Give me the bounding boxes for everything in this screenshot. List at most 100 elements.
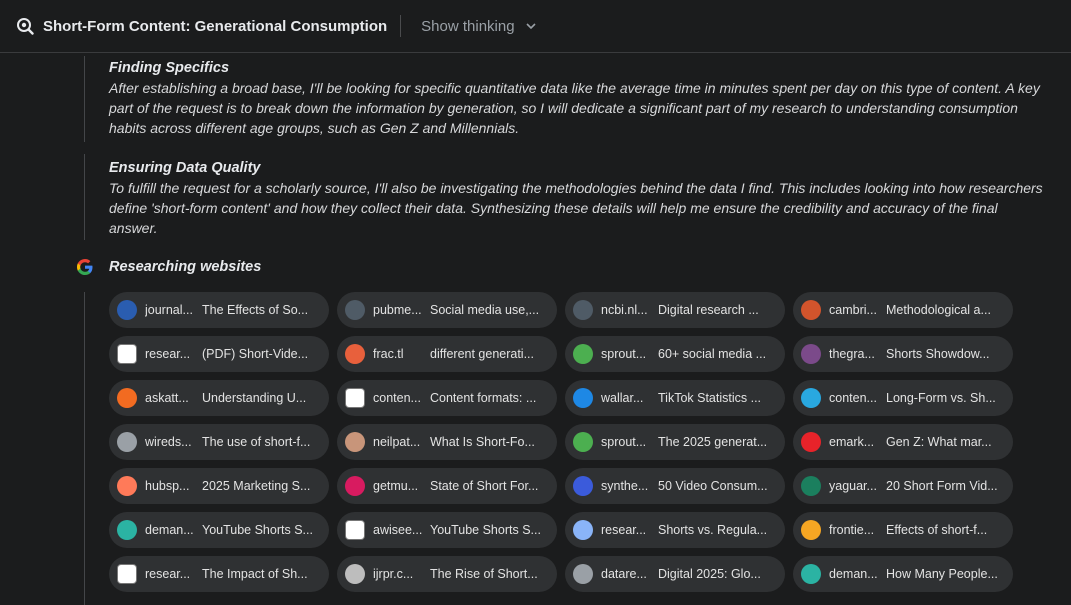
emarketer-icon bbox=[801, 432, 821, 452]
source-chip[interactable]: sprout... 60+ social media ... bbox=[565, 336, 785, 372]
source-chip[interactable]: wireds... The use of short-f... bbox=[109, 424, 329, 460]
thought-body: After establishing a broad base, I'll be… bbox=[109, 80, 1040, 136]
source-domain: wireds... bbox=[145, 435, 192, 449]
source-chip[interactable]: conten... Long-Form vs. Sh... bbox=[793, 380, 1013, 416]
sproutsocial-icon bbox=[573, 344, 593, 364]
source-domain: wallar... bbox=[601, 391, 644, 405]
thought-finding-specifics: Finding Specifics After establishing a b… bbox=[109, 58, 1049, 138]
source-chip[interactable]: datare... Digital 2025: Glo... bbox=[565, 556, 785, 592]
source-title: Digital 2025: Glo... bbox=[658, 567, 761, 581]
source-chip[interactable]: deman... How Many People... bbox=[793, 556, 1013, 592]
sproutsocial-icon bbox=[573, 432, 593, 452]
source-chip[interactable]: thegra... Shorts Showdow... bbox=[793, 336, 1013, 372]
source-domain: conten... bbox=[373, 391, 421, 405]
chevron-down-icon bbox=[525, 23, 536, 30]
source-domain: pubme... bbox=[373, 303, 422, 317]
source-title: The Rise of Short... bbox=[430, 567, 538, 581]
source-chip[interactable]: journal... The Effects of So... bbox=[109, 292, 329, 328]
source-title: Gen Z: What mar... bbox=[886, 435, 992, 449]
pubmed-icon bbox=[345, 300, 365, 320]
sources-divider-line bbox=[84, 292, 85, 605]
top-bar: Short-Form Content: Generational Consump… bbox=[0, 0, 1071, 53]
show-thinking-toggle[interactable]: Show thinking bbox=[421, 18, 536, 35]
source-title: 2025 Marketing S... bbox=[202, 479, 311, 493]
source-title: 20 Short Form Vid... bbox=[886, 479, 998, 493]
deep-research-icon bbox=[16, 17, 34, 35]
source-domain: synthe... bbox=[601, 479, 649, 493]
source-title: Understanding U... bbox=[202, 391, 307, 405]
awisee-icon bbox=[345, 520, 365, 540]
header-divider bbox=[400, 15, 402, 37]
source-chip[interactable]: askatt... Understanding U... bbox=[109, 380, 329, 416]
wallaroo-icon bbox=[573, 388, 593, 408]
source-chip[interactable]: getmu... State of Short For... bbox=[337, 468, 557, 504]
fractl-icon bbox=[345, 344, 365, 364]
source-title: Shorts vs. Regula... bbox=[658, 523, 768, 537]
source-domain: getmu... bbox=[373, 479, 419, 493]
source-domain: conten... bbox=[829, 391, 877, 405]
source-chip[interactable]: emark... Gen Z: What mar... bbox=[793, 424, 1013, 460]
source-title: How Many People... bbox=[886, 567, 998, 581]
source-domain: ncbi.nl... bbox=[601, 303, 648, 317]
thegra-icon bbox=[801, 344, 821, 364]
source-domain: deman... bbox=[145, 523, 194, 537]
yaguara-icon bbox=[801, 476, 821, 496]
source-domain: cambri... bbox=[829, 303, 877, 317]
researching-websites-heading: Researching websites bbox=[109, 259, 262, 275]
source-title: What Is Short-Fo... bbox=[430, 435, 535, 449]
source-domain: askatt... bbox=[145, 391, 189, 405]
neilpatel-icon bbox=[345, 432, 365, 452]
contentwriters-icon bbox=[801, 388, 821, 408]
source-chip[interactable]: resear... Shorts vs. Regula... bbox=[565, 512, 785, 548]
source-chip[interactable]: resear... (PDF) Short-Vide... bbox=[109, 336, 329, 372]
source-chips-grid: journal... The Effects of So... pubme... So… bbox=[109, 292, 1013, 592]
source-domain: hubsp... bbox=[145, 479, 190, 493]
source-chip[interactable]: conten... Content formats: ... bbox=[337, 380, 557, 416]
source-chip[interactable]: ijrpr.c... The Rise of Short... bbox=[337, 556, 557, 592]
source-chip[interactable]: cambri... Methodological a... bbox=[793, 292, 1013, 328]
source-chip[interactable]: deman... YouTube Shorts S... bbox=[109, 512, 329, 548]
source-title: 50 Video Consum... bbox=[658, 479, 768, 493]
thought-body: To fulfill the request for a scholarly s… bbox=[109, 180, 1043, 236]
source-chip[interactable]: frontie... Effects of short-f... bbox=[793, 512, 1013, 548]
source-chip[interactable]: pubme... Social media use,... bbox=[337, 292, 557, 328]
source-domain: sprout... bbox=[601, 347, 647, 361]
source-title: different generati... bbox=[430, 347, 535, 361]
source-chip[interactable]: resear... The Impact of Sh... bbox=[109, 556, 329, 592]
researchgate-icon bbox=[117, 344, 137, 364]
source-chip[interactable]: wallar... TikTok Statistics ... bbox=[565, 380, 785, 416]
source-domain: resear... bbox=[145, 567, 191, 581]
source-domain: thegra... bbox=[829, 347, 875, 361]
thought-divider-line bbox=[84, 154, 85, 240]
page-title: Short-Form Content: Generational Consump… bbox=[43, 17, 388, 35]
source-chip[interactable]: ncbi.nl... Digital research ... bbox=[565, 292, 785, 328]
thought-ensuring-data-quality: Ensuring Data Quality To fulfill the req… bbox=[109, 158, 1049, 238]
source-domain: resear... bbox=[601, 523, 647, 537]
thought-heading: Ensuring Data Quality bbox=[109, 160, 261, 176]
journal-icon bbox=[117, 300, 137, 320]
source-title: Shorts Showdow... bbox=[886, 347, 990, 361]
source-chip[interactable]: yaguar... 20 Short Form Vid... bbox=[793, 468, 1013, 504]
source-domain: deman... bbox=[829, 567, 878, 581]
source-chip[interactable]: synthe... 50 Video Consum... bbox=[565, 468, 785, 504]
thinking-panel: Finding Specifics After establishing a b… bbox=[0, 54, 1071, 605]
source-title: Methodological a... bbox=[886, 303, 991, 317]
source-domain: resear... bbox=[145, 347, 191, 361]
source-chip[interactable]: frac.tl different generati... bbox=[337, 336, 557, 372]
source-title: Content formats: ... bbox=[430, 391, 537, 405]
source-domain: ijrpr.c... bbox=[373, 567, 414, 581]
source-chip[interactable]: neilpat... What Is Short-Fo... bbox=[337, 424, 557, 460]
researchgate-icon bbox=[117, 564, 137, 584]
source-domain: emark... bbox=[829, 435, 875, 449]
source-title: Effects of short-f... bbox=[886, 523, 988, 537]
globe-icon bbox=[573, 520, 593, 540]
source-chip[interactable]: awisee... YouTube Shorts S... bbox=[337, 512, 557, 548]
thought-divider-line bbox=[84, 56, 85, 142]
google-icon bbox=[76, 258, 94, 276]
source-domain: sprout... bbox=[601, 435, 647, 449]
source-chip[interactable]: hubsp... 2025 Marketing S... bbox=[109, 468, 329, 504]
source-title: The Impact of Sh... bbox=[202, 567, 308, 581]
source-chip[interactable]: sprout... The 2025 generat... bbox=[565, 424, 785, 460]
source-domain: awisee... bbox=[373, 523, 422, 537]
source-title: 60+ social media ... bbox=[658, 347, 767, 361]
